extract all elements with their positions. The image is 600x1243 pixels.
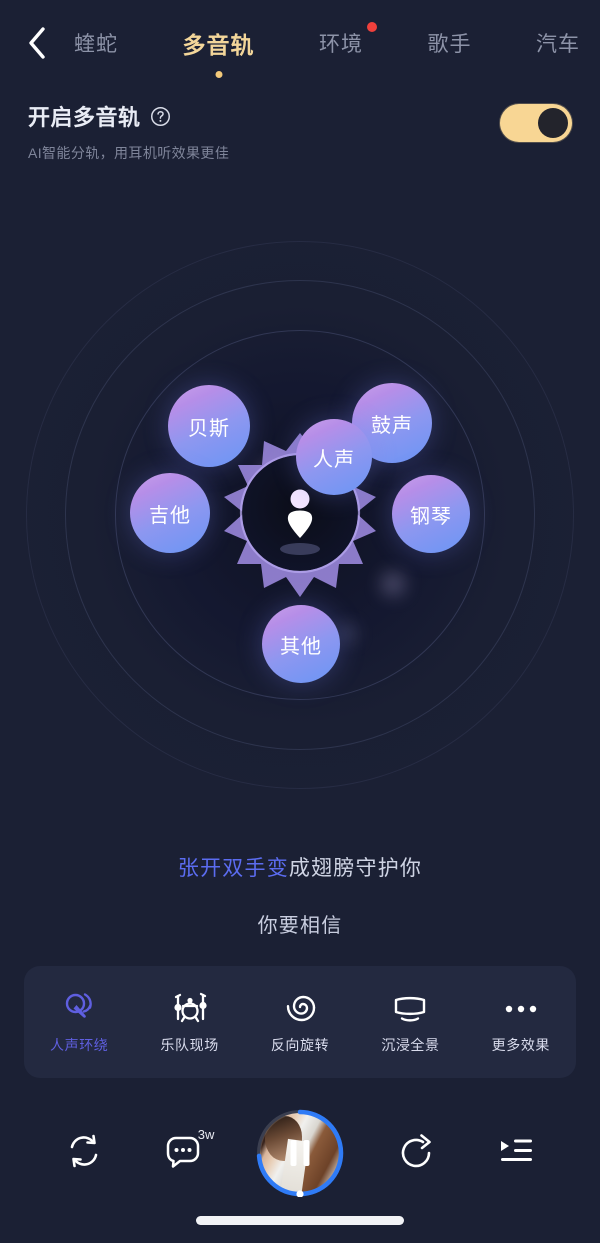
setting-subtitle: AI智能分轨，用耳机听效果更佳: [28, 145, 230, 161]
share-icon: [397, 1131, 437, 1176]
bubble-label: 人声: [313, 448, 355, 471]
drumkit-icon: [171, 990, 209, 1024]
track-visualizer: 贝斯 鼓声 人声 吉他 钢琴 其他: [0, 195, 600, 800]
spiral-icon: [283, 990, 317, 1024]
effect-band-live[interactable]: 乐队现场: [134, 990, 244, 1055]
effect-label: 更多效果: [491, 1036, 551, 1053]
lyric-highlight: 张开双手变: [177, 857, 289, 880]
tab-viper[interactable]: 蝰蛇: [72, 24, 120, 62]
bubble-piano[interactable]: 钢琴: [392, 475, 470, 553]
setting-title: 开启多音轨: [28, 105, 141, 130]
effect-label: 人声环绕: [50, 1036, 109, 1053]
share-button[interactable]: [390, 1126, 444, 1180]
setting-texts: 开启多音轨 AI智能分轨，用耳机听效果更佳: [28, 98, 500, 163]
tab-list: 蝰蛇 多音轨 环境 歌手 汽车: [66, 22, 600, 78]
repeat-icon: [63, 1130, 105, 1177]
comment-count-badge: 3w: [197, 1127, 215, 1142]
tab-environment[interactable]: 环境: [317, 22, 377, 62]
setting-title-line: 开启多音轨: [28, 100, 500, 132]
effect-label: 沉浸全景: [381, 1036, 440, 1053]
effect-more[interactable]: 更多效果: [466, 990, 576, 1055]
pause-icon: [290, 1140, 310, 1166]
repeat-button[interactable]: [57, 1126, 111, 1180]
panorama-screen-icon: [390, 990, 430, 1024]
chevron-left-icon: [26, 26, 48, 60]
bubble-label: 吉他: [149, 504, 191, 527]
bubble-vocal[interactable]: 人声: [296, 419, 372, 495]
question-circle-icon[interactable]: [150, 106, 171, 127]
effect-label: 反向旋转: [270, 1036, 330, 1053]
comment-button[interactable]: 3w: [156, 1126, 214, 1180]
multitrack-screen: 蝰蛇 多音轨 环境 歌手 汽车 开启多音轨 AI智能分轨，用耳机听效果更佳 贝斯…: [0, 0, 600, 1243]
home-indicator: [196, 1216, 404, 1225]
more-dots-icon: [502, 990, 540, 1024]
bubble-label: 其他: [280, 635, 322, 658]
playlist-button[interactable]: [489, 1126, 543, 1180]
lyric-line-current: 张开双手变成翅膀守护你: [0, 852, 600, 882]
vocal-surround-icon: [61, 990, 97, 1024]
tab-car[interactable]: 汽车: [534, 24, 582, 62]
effect-label: 乐队现场: [160, 1036, 219, 1053]
bubble-label: 贝斯: [188, 417, 230, 440]
lyric-line-next: 你要相信: [257, 915, 343, 937]
player-bar: 3w: [0, 1098, 600, 1208]
effect-vocal-surround[interactable]: 人声环绕: [24, 990, 134, 1055]
lyric-rest: 成翅膀守护你: [288, 857, 423, 880]
bubble-bass[interactable]: 贝斯: [168, 385, 250, 467]
album-art-play-button[interactable]: [256, 1109, 344, 1197]
back-button[interactable]: [8, 14, 66, 72]
tab-label: 蝰蛇: [74, 33, 118, 56]
multitrack-setting-row: 开启多音轨 AI智能分轨，用耳机听效果更佳: [0, 98, 600, 163]
new-badge-dot: [367, 22, 377, 32]
effects-panel: 人声环绕 乐队现场 反向旋转 沉浸全景 更多效果: [24, 966, 576, 1078]
instrument-bubbles: 贝斯 鼓声 人声 吉他 钢琴 其他: [0, 195, 600, 800]
tab-multitrack[interactable]: 多音轨: [181, 22, 257, 78]
lyrics-area[interactable]: 张开双手变成翅膀守护你 你要相信: [0, 852, 600, 938]
effect-reverse-rotate[interactable]: 反向旋转: [245, 990, 355, 1055]
multitrack-toggle[interactable]: [500, 104, 572, 142]
top-tab-bar: 蝰蛇 多音轨 环境 歌手 汽车: [0, 0, 600, 86]
bubble-guitar[interactable]: 吉他: [130, 473, 210, 553]
tab-singer[interactable]: 歌手: [426, 24, 474, 62]
tab-label: 歌手: [427, 33, 472, 56]
tab-label: 多音轨: [182, 32, 255, 58]
effect-immersive-panorama[interactable]: 沉浸全景: [355, 990, 465, 1055]
bubble-label: 鼓声: [371, 414, 413, 437]
playlist-icon: [495, 1133, 537, 1174]
toggle-knob: [538, 108, 568, 138]
bubble-label: 钢琴: [410, 505, 452, 528]
tab-label: 汽车: [536, 33, 580, 56]
bubble-other[interactable]: 其他: [262, 605, 340, 683]
tab-label: 环境: [319, 33, 363, 56]
active-tab-indicator-dot: [215, 71, 222, 78]
